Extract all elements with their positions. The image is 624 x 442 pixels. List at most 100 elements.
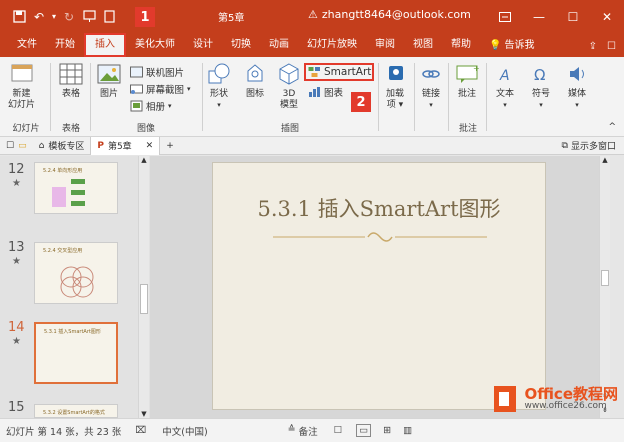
- addins-button[interactable]: 加载 项 ▾: [382, 61, 408, 111]
- tab-review[interactable]: 审阅: [366, 35, 404, 57]
- share-icon[interactable]: ⇪: [589, 41, 597, 52]
- tab-home[interactable]: 开始: [46, 35, 84, 57]
- scroll-down-icon[interactable]: ▼: [139, 410, 149, 418]
- minimize-icon[interactable]: —: [522, 0, 556, 33]
- current-slide[interactable]: 5.3.1 插入SmartArt图形: [212, 162, 546, 410]
- screenshot-button[interactable]: 屏幕截图 ▾: [130, 82, 191, 96]
- slide-title[interactable]: 5.3.1 插入SmartArt图形: [213, 193, 545, 223]
- spellcheck-icon[interactable]: ⌧: [135, 425, 146, 436]
- online-pictures-button[interactable]: 联机图片: [130, 65, 184, 79]
- tab-slideshow[interactable]: 幻灯片放映: [298, 35, 366, 57]
- slide-number: 13: [8, 240, 25, 255]
- shapes-button[interactable]: 形状 ▾: [206, 61, 232, 111]
- new-slide-button[interactable]: 新建 幻灯片: [8, 61, 35, 111]
- media-button[interactable]: 媒体 ▾: [564, 61, 590, 111]
- undo-icon[interactable]: ↶: [30, 8, 48, 26]
- lightbulb-icon: 💡: [489, 40, 502, 51]
- text-button[interactable]: A 文本 ▾: [492, 61, 518, 111]
- slide-sorter-icon[interactable]: ⊞: [383, 425, 391, 436]
- tab-transitions[interactable]: 切换: [222, 35, 260, 57]
- scroll-up-icon[interactable]: ▲: [139, 156, 149, 164]
- scroll-up-icon[interactable]: ▲: [600, 156, 610, 164]
- star-icon: ★: [12, 256, 21, 267]
- icons-button[interactable]: 图标: [242, 61, 268, 100]
- omega-icon: Ω: [534, 66, 545, 84]
- tab-insert[interactable]: 插入: [84, 33, 126, 57]
- ribbon-display-icon[interactable]: [488, 0, 522, 33]
- slide-thumbnail-15[interactable]: 5.3.2 设置SmartArt的格式: [34, 404, 118, 418]
- table-icon: [59, 63, 83, 85]
- undo-dropdown-icon[interactable]: ▾: [50, 8, 58, 26]
- slide-scrollbar[interactable]: ▲ ⇞ ⇟: [599, 156, 610, 418]
- venn-diagram-thumb: [60, 266, 94, 298]
- thumbnail-scrollbar[interactable]: ▲ ▼: [138, 156, 149, 418]
- 3d-model-button[interactable]: 3D 模型: [276, 61, 302, 111]
- tab-beautify[interactable]: 美化大师: [126, 35, 184, 57]
- text-icon: A: [499, 68, 510, 84]
- slide-thumbnail-13[interactable]: 5.2.4 交叉型应用: [34, 242, 118, 304]
- slide-edit-pane: 5.3.1 插入SmartArt图形 ▲ ⇞ ⇟: [150, 156, 610, 418]
- customize-qat-icon[interactable]: [100, 8, 118, 26]
- powerpoint-icon: P: [97, 140, 104, 151]
- group-tables: 表格 表格: [52, 59, 90, 135]
- tab-design[interactable]: 设计: [184, 35, 222, 57]
- present-icon[interactable]: [80, 8, 98, 26]
- picture-button[interactable]: 图片: [96, 61, 122, 100]
- slide-thumbnail-12[interactable]: 5.2.4 单向形应用: [34, 162, 118, 214]
- new-slide-icon: [11, 64, 32, 82]
- link-icon: [422, 70, 440, 78]
- doc-tab-chapter5[interactable]: P 第5章 ✕: [90, 136, 161, 155]
- reading-view-icon[interactable]: ▥: [403, 425, 412, 436]
- save-icon[interactable]: [10, 8, 28, 26]
- notes-button[interactable]: ≙ 备注: [288, 424, 318, 438]
- star-icon: ★: [12, 336, 21, 347]
- symbols-button[interactable]: Ω 符号 ▾: [528, 61, 554, 111]
- tab-animations[interactable]: 动画: [260, 35, 298, 57]
- close-tab-icon[interactable]: ✕: [146, 141, 154, 151]
- photo-album-button[interactable]: 相册 ▾: [130, 99, 172, 113]
- callout-2: 2: [351, 92, 371, 112]
- slide-number: 15: [8, 400, 25, 415]
- group-slides: 新建 幻灯片 幻灯片: [4, 59, 48, 135]
- collapse-ribbon-icon[interactable]: ^: [608, 122, 616, 132]
- chevron-down-icon: ▾: [539, 101, 543, 109]
- comment-button[interactable]: + 批注: [454, 61, 480, 100]
- maximize-icon[interactable]: ☐: [556, 0, 590, 33]
- chart-button[interactable]: 图表: [308, 85, 343, 99]
- group-links: 链接 ▾: [416, 59, 448, 135]
- divider: [378, 63, 379, 131]
- divider: [448, 63, 449, 131]
- divider: [414, 63, 415, 131]
- multi-window-toggle[interactable]: ⧉ 显示多窗口: [562, 139, 624, 153]
- slide-thumbnail-14[interactable]: 5.3.1 插入SmartArt图形: [34, 322, 118, 384]
- user-account[interactable]: ⚠ zhangtt8464@outlook.com: [308, 8, 471, 21]
- office-logo-icon: [494, 386, 517, 412]
- tab-help[interactable]: 帮助: [442, 35, 480, 57]
- chevron-down-icon: ▾: [187, 85, 191, 93]
- divider: [50, 63, 51, 131]
- tab-file[interactable]: 文件: [8, 35, 46, 57]
- tab-view[interactable]: 视图: [404, 35, 442, 57]
- language-indicator[interactable]: 中文(中国): [162, 424, 207, 438]
- doc-tab-template[interactable]: ⌂ 模板专区: [33, 137, 91, 155]
- comments-status-icon[interactable]: ☐: [334, 425, 343, 436]
- callout-1: 1: [135, 7, 155, 27]
- square-icon: ☐: [6, 140, 15, 151]
- close-icon[interactable]: ✕: [590, 0, 624, 33]
- comments-icon[interactable]: ☐: [607, 41, 616, 52]
- scroll-thumb[interactable]: [140, 284, 148, 314]
- table-button[interactable]: 表格: [58, 61, 84, 100]
- store-icon: [389, 66, 403, 80]
- notes-icon: ≙: [287, 423, 296, 435]
- redo-icon[interactable]: ↻: [60, 8, 78, 26]
- divider: [486, 63, 487, 131]
- new-tab-button[interactable]: +: [160, 137, 180, 155]
- links-button[interactable]: 链接 ▾: [418, 61, 444, 111]
- tell-me-search[interactable]: 💡 告诉我: [480, 35, 543, 57]
- document-tab-bar: ☐ ▭ ⌂ 模板专区 P 第5章 ✕ + ⧉ 显示多窗口: [0, 136, 624, 155]
- smartart-button[interactable]: SmartArt: [308, 66, 371, 78]
- ornament-divider-icon: [273, 232, 487, 242]
- scroll-thumb[interactable]: [601, 270, 609, 286]
- normal-view-icon[interactable]: ▭: [356, 424, 372, 437]
- folder-tab[interactable]: ☐ ▭: [0, 137, 33, 155]
